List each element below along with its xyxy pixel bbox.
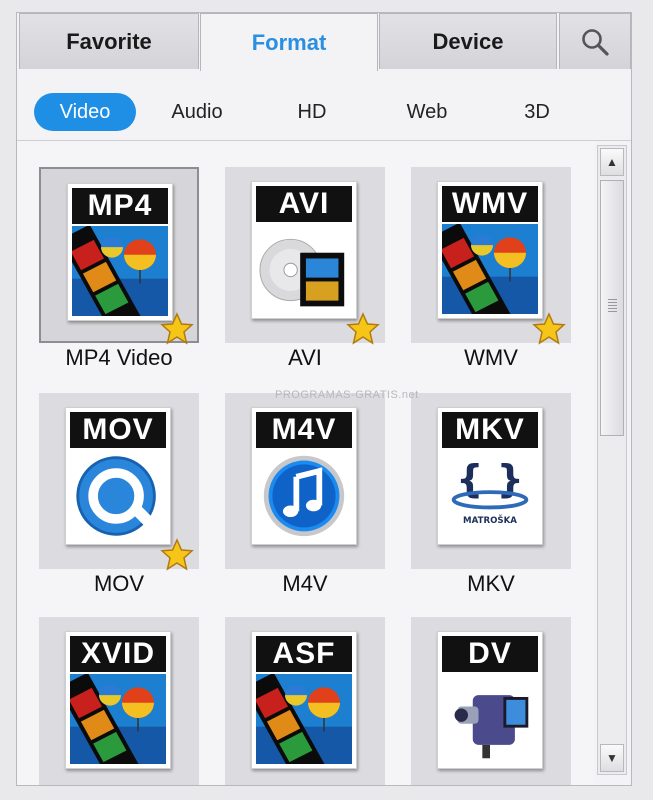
format-label: WMV	[464, 345, 518, 370]
matroska-art-icon: { } MATROŠKA	[442, 450, 538, 540]
tab-format[interactable]: Format	[200, 13, 378, 71]
format-item-mov[interactable]: MOV MOV	[39, 393, 199, 613]
subtab-audio[interactable]: Audio	[152, 93, 242, 131]
tab-device[interactable]: Device	[379, 13, 557, 69]
subtab-3d[interactable]: 3D	[497, 93, 577, 131]
film-art-icon	[442, 224, 538, 314]
mov-file-icon: MOV	[65, 407, 171, 545]
format-badge: WMV	[442, 186, 538, 222]
asf-file-icon: ASF	[251, 631, 357, 769]
vertical-scrollbar[interactable]: ▲ ▼	[597, 145, 627, 775]
format-item-mp4[interactable]: MP4 MP4 Video	[39, 167, 199, 387]
scroll-down-button[interactable]: ▼	[600, 744, 624, 772]
format-tile: XVID	[39, 617, 199, 785]
format-panel: Favorite Format Device Video Audio HD We…	[16, 12, 632, 786]
xvid-file-icon: XVID	[65, 631, 171, 769]
format-label: M4V	[282, 571, 328, 596]
subtab-web[interactable]: Web	[382, 93, 472, 131]
top-tab-bar: Favorite Format Device	[17, 13, 631, 71]
format-tile: MKV{ } MATROŠKA	[411, 393, 571, 569]
format-badge: ASF	[256, 636, 352, 672]
quicktime-art-icon	[70, 450, 166, 540]
format-item-m4v[interactable]: M4V M4V	[225, 393, 385, 613]
svg-text:MATROŠKA: MATROŠKA	[463, 514, 517, 526]
search-icon	[582, 28, 609, 56]
format-label: AVI	[288, 345, 322, 370]
format-label: MOV	[93, 571, 145, 596]
search-button[interactable]	[559, 13, 631, 69]
wmv-file-icon: WMV	[437, 181, 543, 319]
m4v-file-icon: M4V	[251, 407, 357, 545]
film-art-icon	[70, 674, 166, 764]
mkv-file-icon: MKV{ } MATROŠKA	[437, 407, 543, 545]
format-tile: DV	[411, 617, 571, 785]
format-item-mkv[interactable]: MKV{ } MATROŠKA MKV	[411, 393, 571, 613]
scroll-thumb[interactable]	[600, 180, 624, 436]
scroll-up-button[interactable]: ▲	[600, 148, 624, 176]
subtab-hd[interactable]: HD	[272, 93, 352, 131]
format-badge: AVI	[256, 186, 352, 222]
format-label: MP4 Video	[65, 345, 173, 370]
avi-file-icon: AVI	[251, 181, 357, 319]
grip-icon	[608, 299, 617, 313]
favorite-star-icon[interactable]	[160, 312, 194, 346]
format-badge: MKV	[442, 412, 538, 448]
film-art-icon	[256, 674, 352, 764]
format-grid: MP4 MP4 Video AVI AVI WMV WMV MOV MOV M4V M4V MKV{…	[17, 141, 594, 785]
format-label: MKV	[467, 571, 515, 596]
dv-file-icon: DV	[437, 631, 543, 769]
format-badge: MP4	[72, 188, 168, 224]
disc-art-icon	[256, 224, 352, 314]
film-art-icon	[72, 226, 168, 316]
format-badge: XVID	[70, 636, 166, 672]
subtab-video[interactable]: Video	[34, 93, 136, 131]
watermark-text: PROGRAMAS-GRATIS.net	[275, 389, 419, 401]
format-badge: MOV	[70, 412, 166, 448]
mp4-file-icon: MP4	[67, 183, 173, 321]
format-badge: M4V	[256, 412, 352, 448]
tab-favorite[interactable]: Favorite	[19, 13, 199, 69]
format-item-avi[interactable]: AVI AVI	[225, 167, 385, 387]
format-badge: DV	[442, 636, 538, 672]
format-tile: M4V	[225, 393, 385, 569]
format-item-dv[interactable]: DV	[411, 617, 571, 785]
format-item-xvid[interactable]: XVID	[39, 617, 199, 785]
format-tile: ASF	[225, 617, 385, 785]
favorite-star-icon[interactable]	[160, 538, 194, 572]
favorite-star-icon[interactable]	[532, 312, 566, 346]
itunes-art-icon	[256, 450, 352, 540]
triangle-down-icon: ▼	[606, 751, 618, 765]
camera-art-icon	[442, 674, 538, 764]
triangle-up-icon: ▲	[606, 155, 618, 169]
favorite-star-icon[interactable]	[346, 312, 380, 346]
format-item-asf[interactable]: ASF	[225, 617, 385, 785]
format-item-wmv[interactable]: WMV WMV	[411, 167, 571, 387]
category-subtab-bar: Video Audio HD Web 3D	[17, 71, 631, 141]
